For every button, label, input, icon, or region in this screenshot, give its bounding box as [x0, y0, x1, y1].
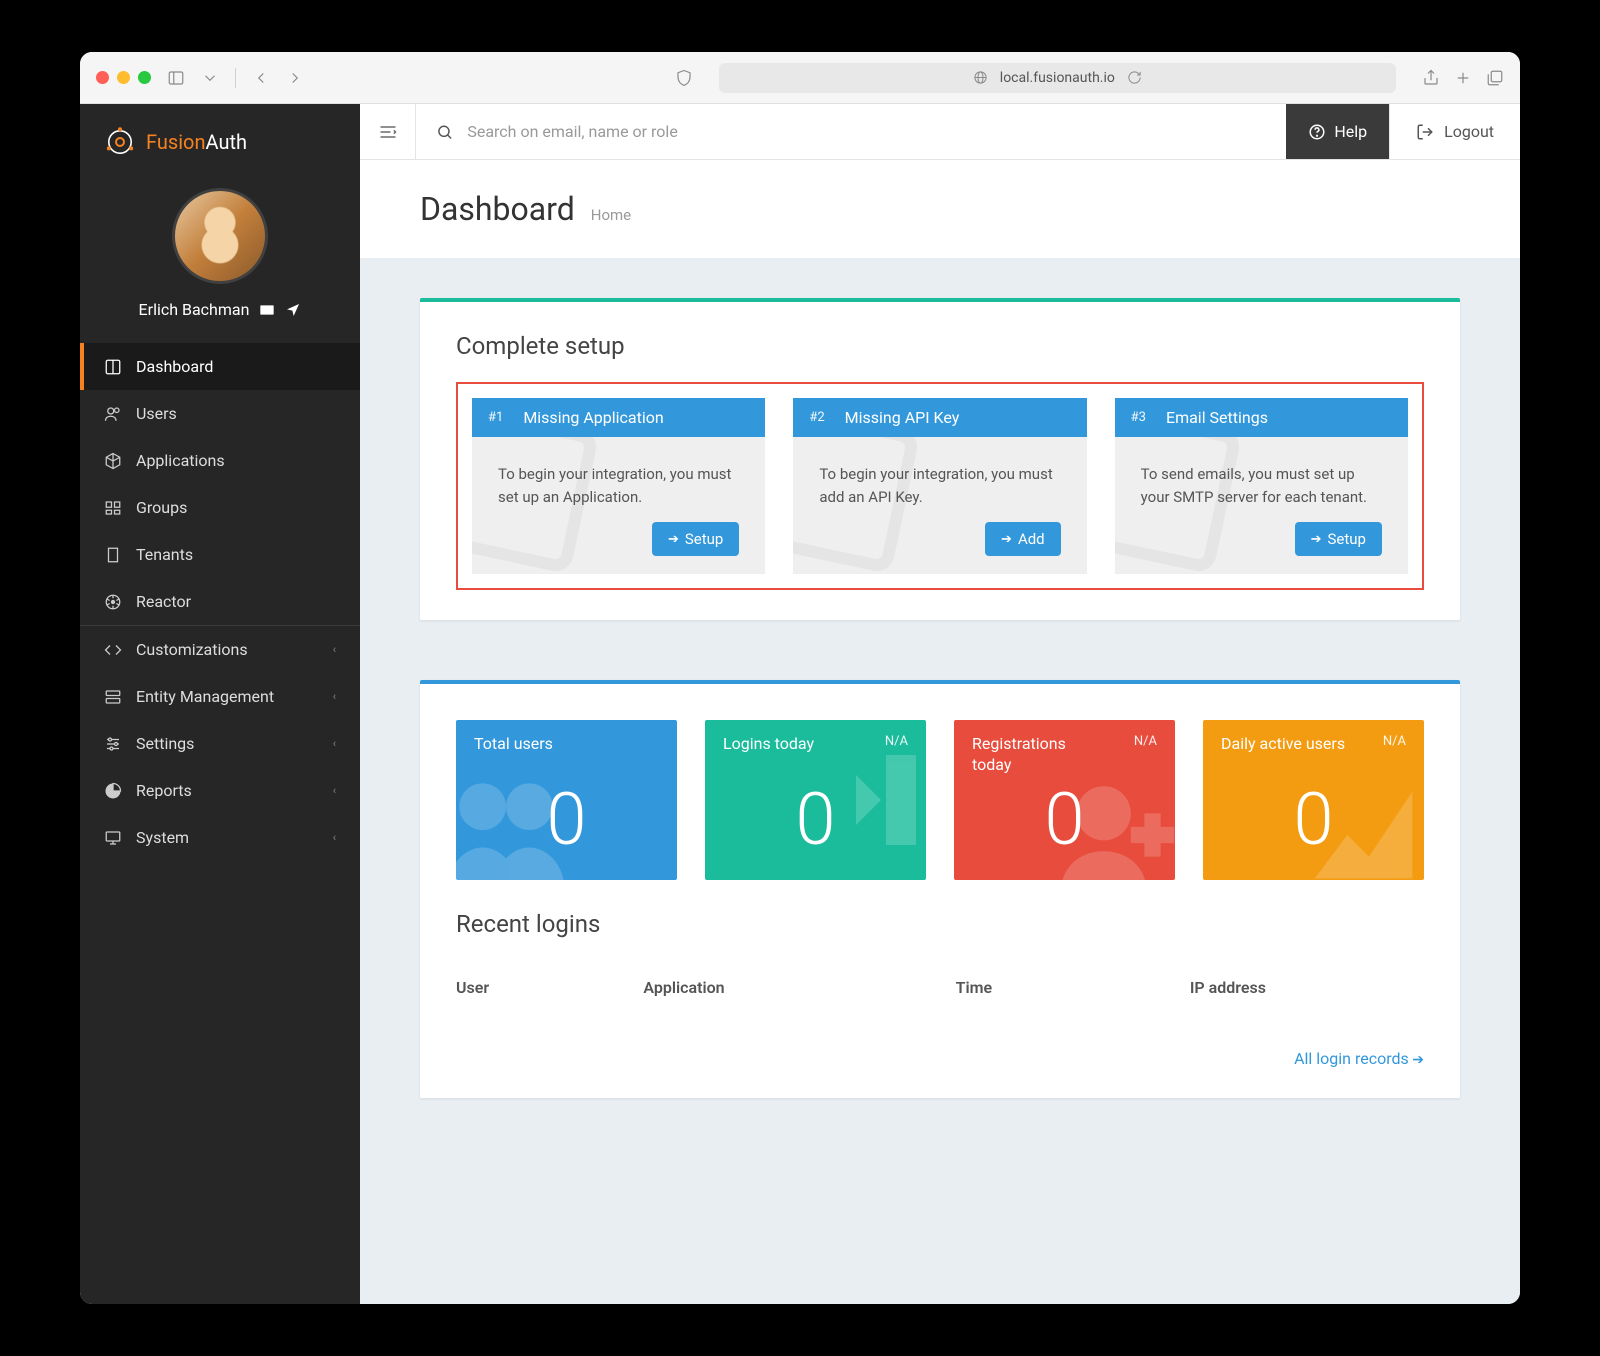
sliders-icon — [104, 735, 122, 753]
help-button[interactable]: Help — [1286, 104, 1389, 159]
shield-icon[interactable] — [675, 69, 693, 87]
chevron-down-icon: ‹ — [333, 737, 336, 750]
nav-applications[interactable]: Applications — [80, 437, 360, 484]
avatar[interactable] — [172, 188, 268, 284]
logo-text: FusionAuth — [146, 130, 247, 154]
url-text: local.fusionauth.io — [1000, 70, 1115, 86]
setup-panel: Complete setup #1Missing Application To … — [420, 298, 1460, 620]
chevron-down-icon: ‹ — [333, 831, 336, 844]
id-card-icon[interactable] — [259, 302, 275, 318]
maximize-window-icon[interactable] — [138, 71, 151, 84]
logout-icon — [1416, 123, 1434, 141]
setup-card-application: #1Missing Application To begin your inte… — [472, 398, 765, 574]
nav: Dashboard Users Applications Groups Tena… — [80, 343, 360, 861]
back-icon[interactable] — [252, 69, 270, 87]
nav-settings[interactable]: Settings‹ — [80, 720, 360, 767]
all-login-records-link[interactable]: All login records — [456, 1049, 1424, 1068]
nav-reports[interactable]: Reports‹ — [80, 767, 360, 814]
nav-reactor[interactable]: Reactor — [80, 578, 360, 625]
search-icon — [436, 123, 453, 141]
close-window-icon[interactable] — [96, 71, 109, 84]
reactor-icon — [104, 593, 122, 611]
logo-mark-icon — [104, 126, 136, 158]
monitor-icon — [104, 829, 122, 847]
chevron-down-icon: ‹ — [333, 784, 336, 797]
setup-heading: Complete setup — [456, 332, 1424, 360]
setup-application-button[interactable]: Setup — [652, 522, 739, 556]
add-apikey-button[interactable]: Add — [985, 522, 1061, 556]
page-title: Dashboard — [420, 190, 575, 228]
nav-groups[interactable]: Groups — [80, 484, 360, 531]
url-bar[interactable]: local.fusionauth.io — [719, 63, 1396, 93]
nav-users[interactable]: Users — [80, 390, 360, 437]
nav-dashboard[interactable]: Dashboard — [80, 343, 360, 390]
building-icon — [104, 546, 122, 564]
globe-icon — [973, 70, 988, 85]
chevron-down-icon: ‹ — [333, 690, 336, 703]
setup-card-apikey: #2Missing API Key To begin your integrat… — [793, 398, 1086, 574]
users-icon — [104, 405, 122, 423]
cube-icon — [104, 452, 122, 470]
reload-icon[interactable] — [1127, 70, 1142, 85]
stat-logins-today: Logins todayN/A 0 — [705, 720, 926, 880]
main: Help Logout Dashboard Home Complete setu… — [360, 104, 1520, 1304]
chevron-down-icon: ‹ — [333, 643, 336, 656]
app-logo: FusionAuth — [80, 104, 360, 180]
stats-panel: Total users 0 Logins todayN/A 0 Registra… — [420, 680, 1460, 1098]
sidebar: FusionAuth Erlich Bachman Dashboard User… — [80, 104, 360, 1304]
profile-name: Erlich Bachman — [139, 300, 302, 319]
recent-heading: Recent logins — [456, 910, 1424, 938]
collapse-sidebar-button[interactable] — [360, 104, 416, 159]
page-header: Dashboard Home — [360, 160, 1520, 258]
new-tab-icon[interactable] — [1454, 69, 1472, 87]
profile: Erlich Bachman — [80, 180, 360, 343]
setup-card-email: #3Email Settings To send emails, you mus… — [1115, 398, 1408, 574]
nav-entity-management[interactable]: Entity Management‹ — [80, 673, 360, 720]
titlebar: local.fusionauth.io — [80, 52, 1520, 104]
setup-cards-row: #1Missing Application To begin your inte… — [456, 382, 1424, 590]
minimize-window-icon[interactable] — [117, 71, 130, 84]
pie-chart-icon — [104, 782, 122, 800]
location-icon[interactable] — [285, 302, 301, 318]
code-icon — [104, 641, 122, 659]
tab-group-icon[interactable] — [201, 69, 219, 87]
tabs-icon[interactable] — [1486, 69, 1504, 87]
nav-tenants[interactable]: Tenants — [80, 531, 360, 578]
stat-daily-active: Daily active usersN/A 0 — [1203, 720, 1424, 880]
search-bar — [416, 104, 1286, 159]
question-icon — [1308, 123, 1326, 141]
logout-button[interactable]: Logout — [1389, 104, 1520, 159]
dashboard-icon — [104, 358, 122, 376]
stat-total-users: Total users 0 — [456, 720, 677, 880]
breadcrumb[interactable]: Home — [591, 206, 631, 224]
share-icon[interactable] — [1422, 69, 1440, 87]
browser-window: local.fusionauth.io FusionAuth Erlich Ba… — [80, 52, 1520, 1304]
window-controls — [96, 71, 151, 84]
nav-customizations[interactable]: Customizations‹ — [80, 625, 360, 673]
recent-logins: Recent logins User Application Time IP a… — [456, 910, 1424, 1068]
topbar: Help Logout — [360, 104, 1520, 160]
stat-registrations-today: Registrations todayN/A 0 — [954, 720, 1175, 880]
groups-icon — [104, 499, 122, 517]
nav-system[interactable]: System‹ — [80, 814, 360, 861]
search-input[interactable] — [467, 122, 1266, 141]
forward-icon[interactable] — [286, 69, 304, 87]
server-icon — [104, 688, 122, 706]
table-header: User Application Time IP address — [456, 978, 1424, 1009]
sidebar-toggle-icon[interactable] — [167, 69, 185, 87]
setup-email-button[interactable]: Setup — [1295, 522, 1382, 556]
